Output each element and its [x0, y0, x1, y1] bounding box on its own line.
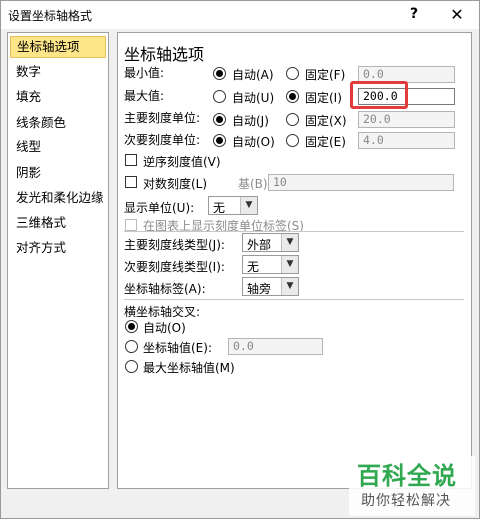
major-tick-label: 主要刻度线类型(J):	[124, 238, 225, 252]
minor-unit-fixed-radio[interactable]	[286, 134, 299, 147]
minor-tick-value: 无	[247, 260, 260, 274]
minor-unit-fixed-label: 固定(E)	[305, 135, 346, 149]
sidebar-item-shadow[interactable]: 阴影	[10, 162, 106, 184]
panel-heading: 坐标轴选项	[124, 45, 205, 64]
show-units-label-checkbox[interactable]	[125, 219, 137, 231]
chevron-down-icon: ▼	[281, 278, 298, 295]
minor-unit-auto-radio[interactable]	[213, 134, 226, 147]
help-button[interactable]: ?	[404, 4, 424, 24]
max-auto-radio[interactable]	[213, 90, 226, 103]
title-bar: 设置坐标轴格式 ? ✕	[1, 1, 479, 29]
min-auto-label: 自动(A)	[232, 68, 274, 82]
log-scale-checkbox[interactable]	[125, 176, 137, 188]
major-unit-fixed-radio[interactable]	[286, 113, 299, 126]
max-auto-label: 自动(U)	[232, 91, 275, 105]
sidebar-item-glow-soft-edges[interactable]: 发光和柔化边缘	[10, 187, 106, 209]
axis-labels-value: 轴旁	[247, 282, 272, 296]
display-units-value: 无	[213, 201, 226, 215]
crosses-value-label: 坐标轴值(E):	[143, 341, 212, 355]
major-unit-auto-radio[interactable]	[213, 113, 226, 126]
minor-unit-auto-label: 自动(O)	[232, 135, 275, 149]
chevron-down-icon: ▼	[240, 197, 257, 214]
minor-unit-input[interactable]: 4.0	[358, 132, 455, 149]
watermark-logo: 百科全说 助你轻松解决	[349, 456, 475, 516]
sidebar-item-axis-options[interactable]: 坐标轴选项	[10, 36, 106, 58]
display-units-dropdown[interactable]: 无 ▼	[208, 196, 258, 215]
crosses-auto-label: 自动(O)	[143, 321, 186, 335]
major-unit-fixed-label: 固定(X)	[305, 114, 347, 128]
sidebar-item-line-color[interactable]: 线条颜色	[10, 112, 106, 134]
axis-options-panel: 坐标轴选项 最小值: 自动(A) 固定(F) 0.0 最大值: 自动(U) 固定…	[117, 32, 472, 489]
major-tick-dropdown[interactable]: 外部 ▼	[242, 233, 299, 252]
sidebar-item-line-style[interactable]: 线型	[10, 136, 106, 158]
highlight-box	[350, 81, 408, 109]
sidebar-item-number[interactable]: 数字	[10, 61, 106, 83]
watermark-subtitle: 助你轻松解决	[361, 493, 451, 509]
max-fixed-label: 固定(I)	[305, 91, 342, 105]
reverse-order-label: 逆序刻度值(V)	[143, 155, 221, 169]
display-units-label: 显示单位(U):	[124, 201, 195, 215]
minor-tick-label: 次要刻度线类型(I):	[124, 260, 225, 274]
max-fixed-radio[interactable]	[286, 90, 299, 103]
sidebar-item-3d-format[interactable]: 三维格式	[10, 212, 106, 234]
min-fixed-radio[interactable]	[286, 67, 299, 80]
axis-labels-dropdown[interactable]: 轴旁 ▼	[242, 277, 299, 296]
log-scale-label: 对数刻度(L)	[143, 177, 208, 191]
minor-unit-label: 次要刻度单位:	[124, 133, 201, 147]
min-fixed-label: 固定(F)	[305, 68, 346, 82]
close-button[interactable]: ✕	[437, 1, 477, 28]
min-auto-radio[interactable]	[213, 67, 226, 80]
crosses-value-radio[interactable]	[125, 340, 138, 353]
max-label: 最大值:	[124, 89, 165, 103]
crosses-max-radio[interactable]	[125, 360, 138, 373]
dialog-title: 设置坐标轴格式	[8, 9, 93, 23]
axis-labels-label: 坐标轴标签(A):	[124, 282, 206, 296]
log-base-input[interactable]: 10	[268, 174, 454, 191]
sidebar-item-fill[interactable]: 填充	[10, 86, 106, 108]
reverse-order-checkbox[interactable]	[125, 154, 137, 166]
major-unit-auto-label: 自动(J)	[232, 114, 269, 128]
log-base-label: 基(B):	[238, 177, 272, 191]
min-label: 最小值:	[124, 66, 165, 80]
divider	[124, 231, 464, 232]
format-axis-dialog: 设置坐标轴格式 ? ✕ 坐标轴选项 数字 填充 线条颜色 线型 阴影 发光和柔化…	[0, 0, 480, 519]
watermark-title: 百科全说	[357, 462, 457, 490]
crosses-auto-radio[interactable]	[125, 320, 138, 333]
major-unit-input[interactable]: 20.0	[358, 111, 455, 128]
sidebar-item-alignment[interactable]: 对齐方式	[10, 237, 106, 259]
chevron-down-icon: ▼	[281, 234, 298, 251]
crosses-value-input[interactable]: 0.0	[228, 338, 323, 355]
chevron-down-icon: ▼	[281, 256, 298, 273]
category-sidebar: 坐标轴选项 数字 填充 线条颜色 线型 阴影 发光和柔化边缘 三维格式 对齐方式	[7, 32, 109, 489]
major-tick-value: 外部	[247, 238, 272, 252]
major-unit-label: 主要刻度单位:	[124, 111, 201, 125]
crosses-max-label: 最大坐标轴值(M)	[143, 361, 235, 375]
crosses-heading: 横坐标轴交叉:	[124, 305, 201, 319]
minor-tick-dropdown[interactable]: 无 ▼	[242, 255, 299, 274]
divider	[124, 299, 464, 300]
